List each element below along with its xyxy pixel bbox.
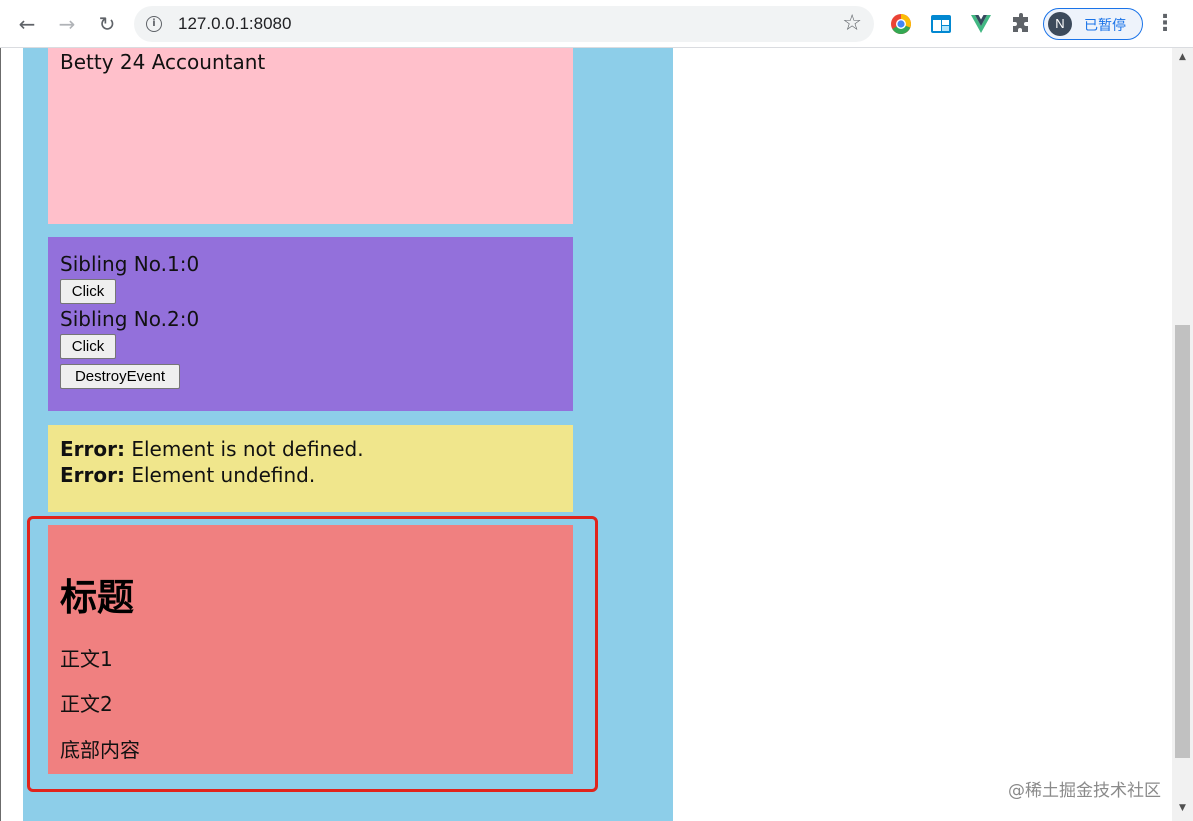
sibling1-click-button[interactable]: Click xyxy=(60,279,116,304)
vertical-scrollbar[interactable]: ▲ ▼ xyxy=(1172,48,1193,821)
error-prefix: Error: xyxy=(60,437,125,461)
vue-devtools-icon[interactable] xyxy=(969,12,993,36)
bookmark-star-icon[interactable]: ☆ xyxy=(842,11,862,36)
error-card: Error: Element is not defined. Error: El… xyxy=(48,425,573,512)
sibling1-label: Sibling No.1:0 xyxy=(60,252,200,276)
error-prefix: Error: xyxy=(60,463,125,487)
siblings-card: Sibling No.1:0 Click Sibling No.2:0 Clic… xyxy=(48,237,573,411)
address-bar[interactable]: i 127.0.0.1:8080 ☆ xyxy=(134,6,874,42)
sibling2-click-button[interactable]: Click xyxy=(60,334,116,359)
error-message-2: Error: Element undefind. xyxy=(60,463,315,487)
page-viewport: Betty 24 Accountant Sibling No.1:0 Click… xyxy=(0,48,1193,821)
avatar: N xyxy=(1048,12,1072,36)
back-icon[interactable]: ← xyxy=(14,11,40,37)
profile-button[interactable]: N 已暂停 xyxy=(1043,8,1143,40)
window-edge xyxy=(0,48,1,821)
error-text: Element is not defined. xyxy=(125,437,364,461)
person-info-text: Betty 24 Accountant xyxy=(60,50,266,74)
mail-extension-icon[interactable] xyxy=(929,12,953,36)
scroll-down-arrow-icon[interactable]: ▼ xyxy=(1172,803,1193,817)
info-icon[interactable]: i xyxy=(146,16,162,32)
error-text: Element undefind. xyxy=(125,463,316,487)
forward-icon[interactable]: → xyxy=(54,11,80,37)
highlight-annotation-box xyxy=(27,516,598,792)
extensions-puzzle-icon[interactable] xyxy=(1009,12,1033,36)
profile-status-label: 已暂停 xyxy=(1084,18,1126,34)
watermark: @稀土掘金技术社区 xyxy=(1008,781,1161,801)
scrollbar-thumb[interactable] xyxy=(1175,325,1190,758)
url-text[interactable]: 127.0.0.1:8080 xyxy=(178,14,291,34)
browser-toolbar: ← → ↻ i 127.0.0.1:8080 ☆ N 已暂停 ⋮ xyxy=(0,0,1193,48)
sibling2-label: Sibling No.2:0 xyxy=(60,307,200,331)
chrome-extension-icon[interactable] xyxy=(889,12,913,36)
reload-icon[interactable]: ↻ xyxy=(94,11,120,37)
error-message-1: Error: Element is not defined. xyxy=(60,437,364,461)
scroll-up-arrow-icon[interactable]: ▲ xyxy=(1172,52,1193,66)
destroy-event-button[interactable]: DestroyEvent xyxy=(60,364,180,389)
more-vertical-icon[interactable]: ⋮ xyxy=(1154,10,1176,38)
person-card: Betty 24 Accountant xyxy=(48,48,573,224)
